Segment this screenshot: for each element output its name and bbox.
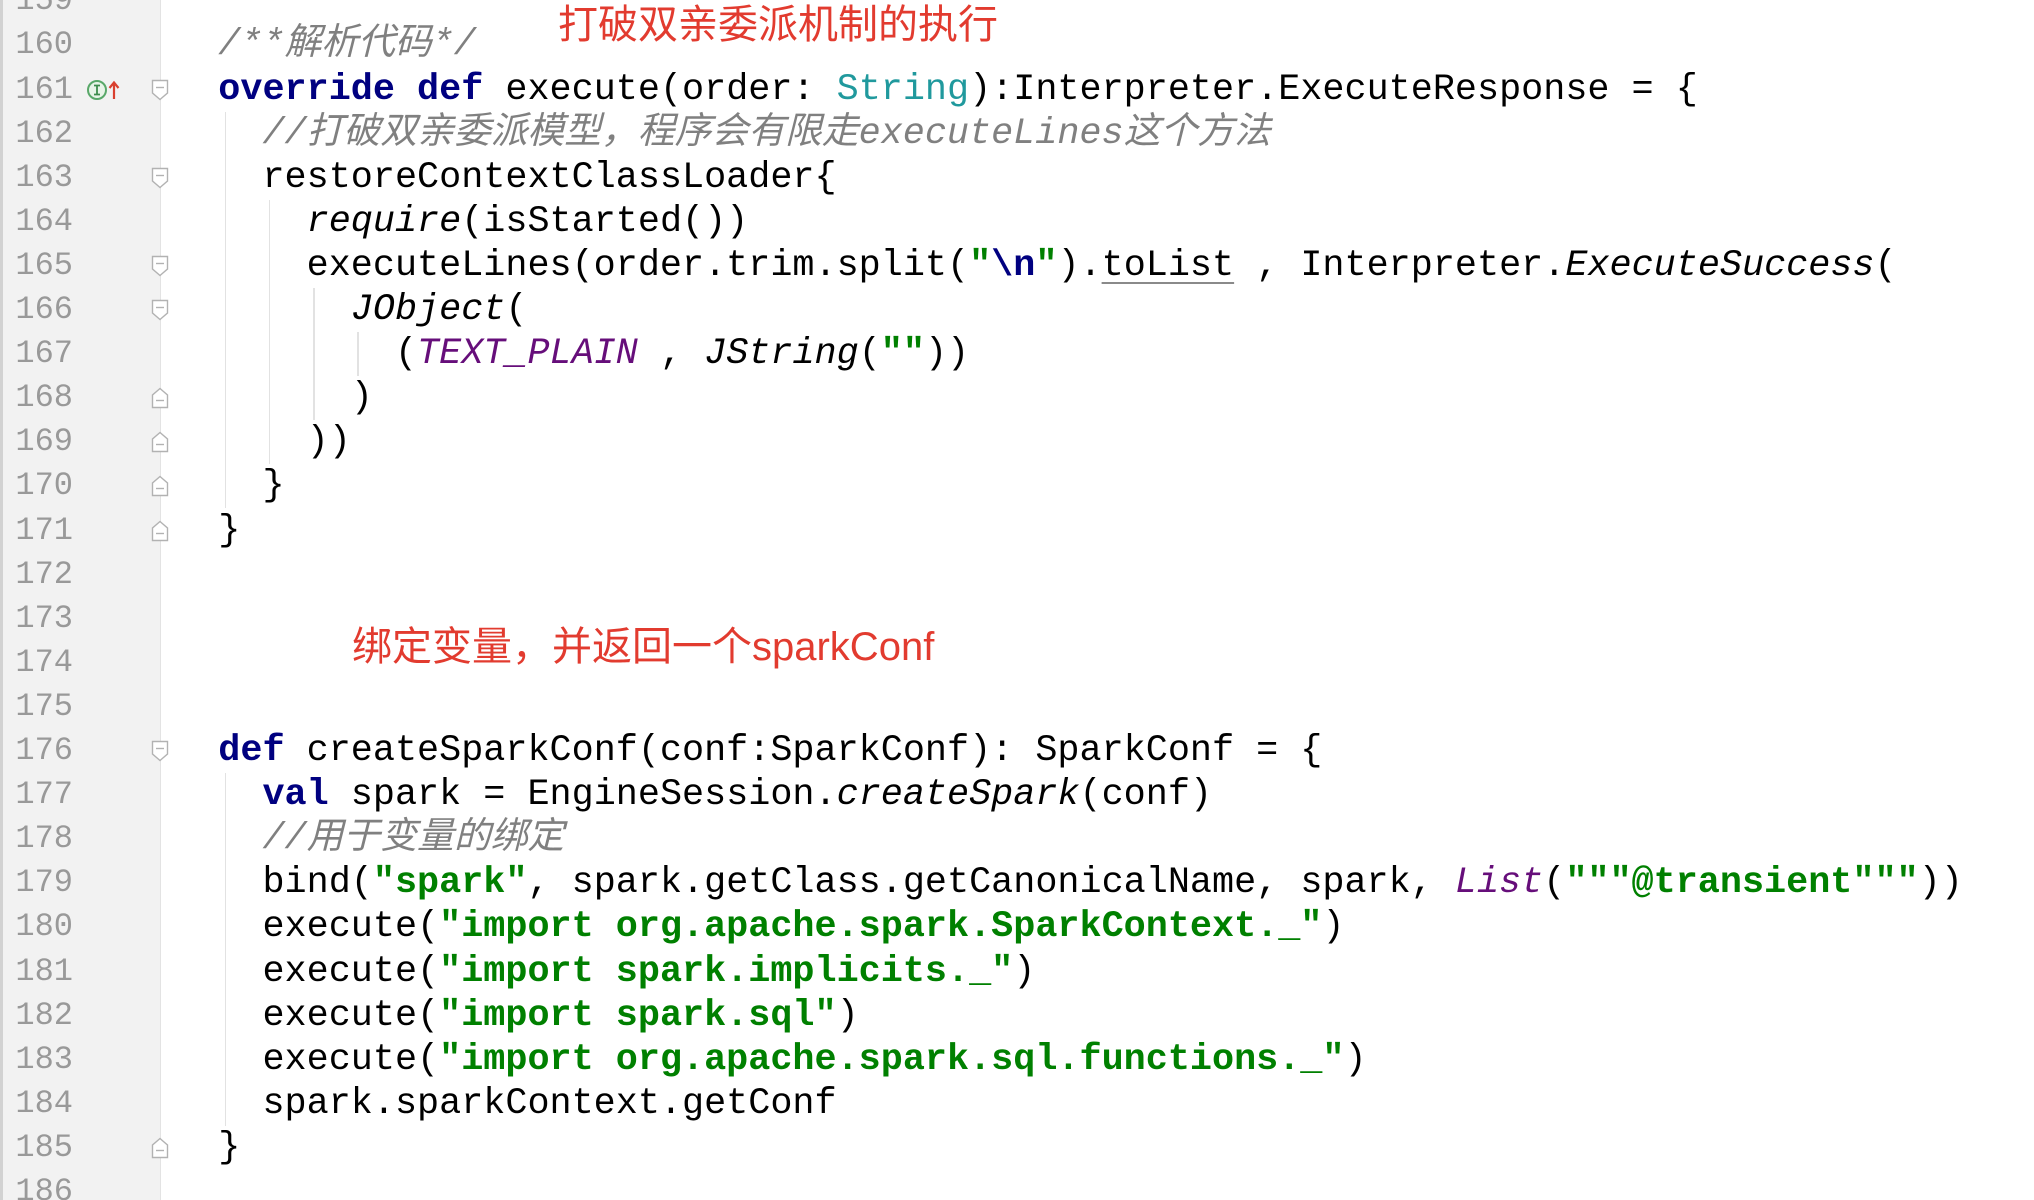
code-line[interactable]: spark.sparkContext.getConf (218, 1082, 2034, 1126)
string-literal: "" (880, 333, 925, 376)
method-call-token: JString (704, 333, 859, 376)
code-area[interactable]: /**解析代码*/override def execute(order: Str… (0, 0, 2034, 1200)
code-text: )) (924, 333, 970, 376)
code-text: ) (1344, 1038, 1367, 1081)
code-line[interactable]: } (218, 464, 2034, 508)
code-text: ( (858, 333, 881, 376)
code-line[interactable]: } (218, 509, 2034, 553)
method-call-token: ExecuteSuccess (1565, 244, 1875, 287)
keyword-token: override (218, 68, 395, 111)
code-line[interactable]: val spark = EngineSession.createSpark(co… (218, 773, 2034, 817)
code-line[interactable]: (TEXT_PLAIN , JString("")) (218, 332, 2034, 376)
code-editor-window: 159 160 161 162 163 164 165 166 167 168 169 170 171 1… (0, 0, 2034, 1200)
code-line[interactable]: execute("import org.apache.spark.SparkCo… (218, 905, 2034, 949)
code-text: , Interpreter. (1234, 244, 1566, 287)
code-line[interactable]: execute("import spark.implicits._") (218, 950, 2034, 994)
code-text: , (637, 333, 705, 376)
code-line[interactable]: execute("import spark.sql") (218, 994, 2034, 1038)
method-call-token: JObject (350, 289, 506, 331)
code-line[interactable]: restoreContextClassLoader{ (218, 156, 2034, 200)
code-text: )) (1918, 862, 1963, 905)
code-text: restoreContextClassLoader{ (218, 156, 837, 199)
code-text: spark.sparkContext.getConf (218, 1082, 837, 1125)
code-line[interactable]: require(isStarted()) (218, 200, 2034, 244)
string-literal: "import org.apache.spark.sql.functions._… (439, 1038, 1345, 1081)
code-line[interactable]: //用于变量的绑定 (218, 817, 2034, 861)
code-line[interactable]: } (218, 1126, 2034, 1170)
keyword-token: def (417, 68, 484, 111)
code-text: )) (218, 421, 351, 464)
code-text: ( (505, 289, 528, 331)
code-text: } (218, 465, 285, 508)
string-literal: " (1035, 244, 1058, 287)
code-text: createSparkConf(conf:SparkConf): SparkCo… (284, 730, 1323, 772)
code-line[interactable]: ) (218, 376, 2034, 420)
escape-sequence: \n (991, 244, 1036, 287)
code-text: , spark.getClass.getCanonicalName, spark… (527, 862, 1455, 905)
code-comment: //打破双亲委派模型，程序会有限走executeLines这个方法 (262, 112, 1271, 155)
code-text: bind( (218, 862, 373, 905)
code-text: ) (1013, 950, 1036, 993)
code-text: ) (836, 994, 859, 1037)
string-literal: """@transient""" (1565, 862, 1919, 905)
code-line[interactable]: def createSparkConf(conf:SparkConf): Spa… (218, 729, 2034, 773)
annotation-execute-note: 打破双亲委派机制的执行 (558, 2, 998, 47)
code-line[interactable]: execute("import org.apache.spark.sql.fun… (218, 1038, 2034, 1082)
code-text: execute( (218, 1038, 440, 1081)
code-line[interactable]: /**解析代码*/ (218, 23, 2034, 67)
code-text: execute(order: (483, 68, 837, 111)
code-text: ( (1543, 862, 1566, 905)
code-text: ) (1322, 906, 1345, 949)
code-text: (conf) (1079, 774, 1213, 817)
code-line[interactable]: executeLines(order.trim.split("\n").toLi… (218, 244, 2034, 288)
code-text: ). (1057, 244, 1102, 287)
constant-name: TEXT_PLAIN (417, 333, 638, 376)
string-literal: "spark" (372, 862, 528, 905)
code-text: ( (218, 333, 418, 376)
string-literal: "import spark.implicits._" (439, 950, 1014, 993)
code-line[interactable]: )) (218, 420, 2034, 464)
string-literal: "import org.apache.spark.SparkContext._" (439, 906, 1323, 949)
code-line[interactable]: override def execute(order: String):Inte… (218, 68, 2034, 112)
code-comment: /**解析代码*/ (218, 24, 476, 67)
method-call-token: createSpark (836, 774, 1080, 817)
code-text: executeLines(order.trim.split( (218, 244, 970, 287)
code-text: spark = EngineSession. (328, 774, 837, 817)
constant-name: List (1454, 862, 1544, 905)
string-literal: " (969, 244, 992, 287)
code-text: ( (1874, 244, 1897, 287)
code-text: ) (218, 377, 373, 420)
method-call-token: require (306, 200, 462, 243)
implicit-conversion-token: toList (1101, 244, 1235, 287)
code-text: } (218, 509, 241, 552)
code-text: execute( (218, 906, 440, 949)
code-text: execute( (218, 950, 440, 993)
code-line[interactable]: JObject( (218, 288, 2034, 332)
keyword-token: def (218, 730, 285, 772)
string-literal: "import spark.sql" (439, 994, 837, 1037)
code-text: } (218, 1126, 241, 1169)
type-name: String (836, 68, 970, 111)
code-comment: //用于变量的绑定 (262, 818, 565, 861)
keyword-token: val (262, 774, 329, 817)
annotation-spark-conf-note: 绑定变量，并返回一个sparkConf (352, 625, 935, 670)
code-text: execute( (218, 994, 440, 1037)
code-line[interactable]: //打破双亲委派模型，程序会有限走executeLines这个方法 (218, 112, 2034, 156)
code-text: (isStarted()) (461, 200, 749, 243)
code-line[interactable]: bind("spark", spark.getClass.getCanonica… (218, 861, 2034, 905)
code-text: ):Interpreter.ExecuteResponse = { (969, 68, 1698, 111)
